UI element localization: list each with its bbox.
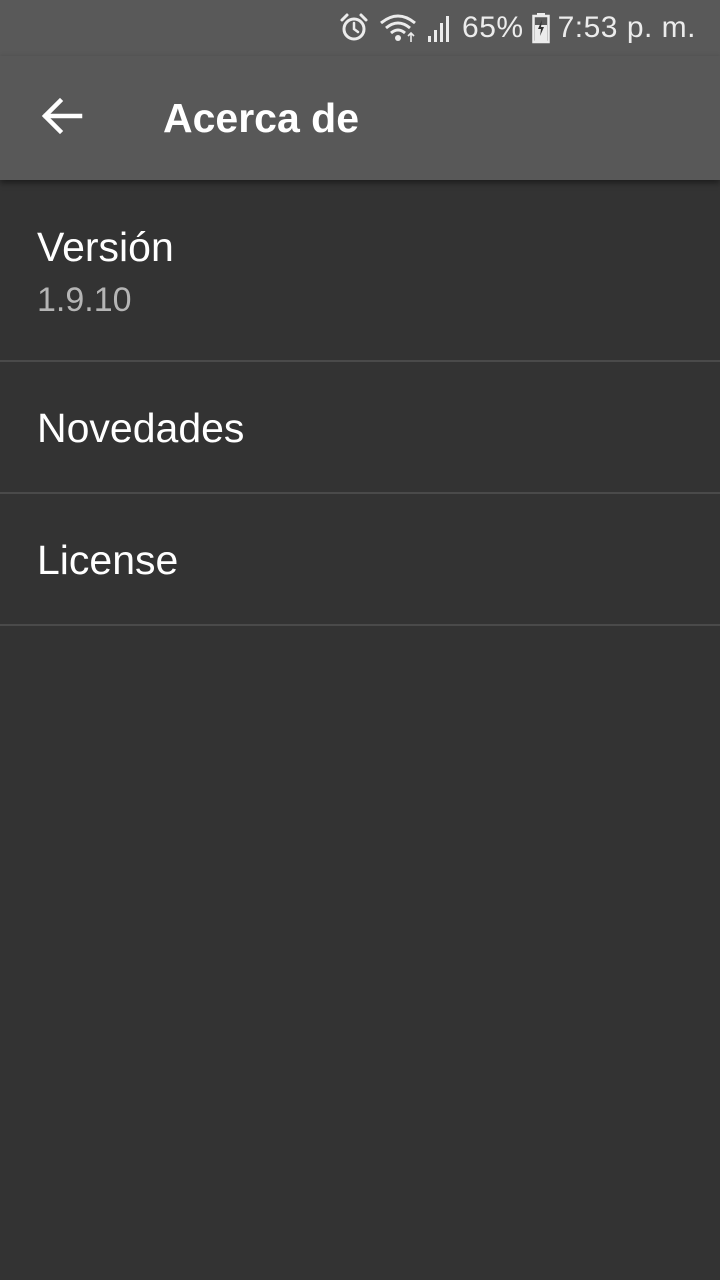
preferences-list: Versión 1.9.10 Novedades License (0, 180, 720, 626)
version-title: Versión (37, 224, 174, 270)
version-value: 1.9.10 (37, 281, 132, 319)
battery-charging-icon (531, 12, 550, 44)
signal-icon (426, 12, 454, 44)
list-item-license[interactable]: License (0, 494, 720, 626)
back-button[interactable] (22, 78, 102, 158)
page-title: Acerca de (163, 95, 360, 141)
list-item-whats-new[interactable]: Novedades (0, 362, 720, 494)
app-bar: Acerca de (0, 56, 720, 180)
clock: 7:53 p. m. (557, 11, 696, 44)
arrow-back-icon (40, 94, 84, 143)
status-bar: 65% 7:53 p. m. (0, 0, 720, 56)
whats-new-title: Novedades (37, 405, 245, 451)
alarm-icon (338, 12, 370, 44)
wifi-icon (378, 12, 418, 44)
list-item-version[interactable]: Versión 1.9.10 (0, 180, 720, 362)
license-title: License (37, 537, 179, 583)
battery-percent: 65% (462, 11, 524, 44)
